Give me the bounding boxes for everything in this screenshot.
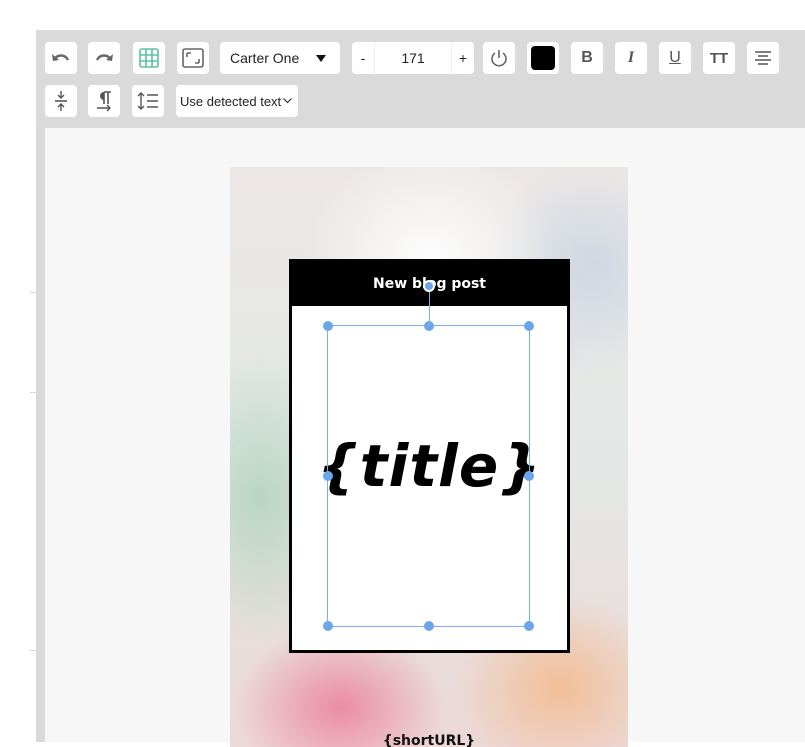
resize-handle-top-right[interactable] bbox=[524, 321, 534, 331]
text-mode-value: Use detected text bbox=[180, 93, 282, 109]
italic-icon: I bbox=[627, 49, 635, 66]
selection-box[interactable] bbox=[323, 321, 534, 631]
font-family-select[interactable]: Carter One bbox=[220, 42, 340, 74]
footer-text[interactable]: {shortURL} bbox=[230, 733, 628, 747]
resize-handle-bottom[interactable] bbox=[423, 621, 434, 631]
caret-down-icon bbox=[316, 54, 326, 62]
chevron-down-icon bbox=[283, 98, 292, 104]
design-canvas[interactable]: New blog post {title} {shortURL} bbox=[230, 167, 628, 747]
resize-handle-left[interactable] bbox=[323, 471, 333, 481]
resize-handle-right[interactable] bbox=[524, 471, 534, 481]
rotate-handle[interactable] bbox=[423, 280, 435, 292]
resize-button[interactable] bbox=[177, 42, 209, 74]
paragraph-icon bbox=[97, 91, 111, 112]
text-case-button[interactable]: TT bbox=[703, 42, 735, 74]
power-icon bbox=[491, 50, 507, 67]
redo-icon bbox=[95, 54, 113, 61]
bold-button[interactable]: B bbox=[571, 42, 603, 74]
font-size-input[interactable]: 171 bbox=[374, 42, 452, 74]
editor-frame: Carter One - 171 + B I U TT Use detected… bbox=[36, 30, 805, 747]
line-height-button[interactable] bbox=[132, 85, 164, 117]
font-size-increase[interactable]: + bbox=[452, 50, 474, 66]
workspace: New blog post {title} {shortURL} bbox=[45, 128, 805, 747]
toolbar: Carter One - 171 + B I U TT Use detected… bbox=[36, 30, 805, 128]
rotate-connector bbox=[429, 292, 430, 325]
undo-icon bbox=[52, 54, 70, 61]
underline-button[interactable]: U bbox=[659, 42, 691, 74]
text-color-button[interactable] bbox=[527, 42, 559, 74]
italic-button[interactable]: I bbox=[615, 42, 647, 74]
redo-button[interactable] bbox=[88, 42, 120, 74]
resize-handle-bottom-right[interactable] bbox=[524, 621, 534, 631]
resize-handle-top-left[interactable] bbox=[323, 321, 333, 331]
font-family-value: Carter One bbox=[230, 50, 300, 66]
grid-button[interactable] bbox=[133, 42, 165, 74]
grid-icon bbox=[139, 48, 159, 68]
resize-icon bbox=[182, 48, 204, 68]
align-center-button[interactable] bbox=[747, 42, 779, 74]
resize-handle-bottom-left[interactable] bbox=[323, 621, 333, 631]
paragraph-direction-button[interactable] bbox=[88, 85, 120, 117]
vertical-spacing-icon bbox=[55, 91, 67, 111]
line-height-icon bbox=[137, 92, 158, 110]
left-rail bbox=[0, 30, 36, 742]
align-center-icon bbox=[755, 51, 771, 65]
text-case-icon: TT bbox=[709, 49, 729, 67]
letter-spacing-button[interactable] bbox=[45, 85, 77, 117]
undo-button[interactable] bbox=[45, 42, 77, 74]
color-swatch bbox=[531, 46, 555, 70]
power-button[interactable] bbox=[483, 42, 515, 74]
text-mode-select[interactable]: Use detected text bbox=[176, 85, 298, 117]
font-size-stepper: - 171 + bbox=[352, 42, 474, 74]
font-size-decrease[interactable]: - bbox=[352, 50, 374, 66]
underline-icon: U bbox=[669, 49, 681, 66]
bold-icon: B bbox=[581, 49, 593, 66]
